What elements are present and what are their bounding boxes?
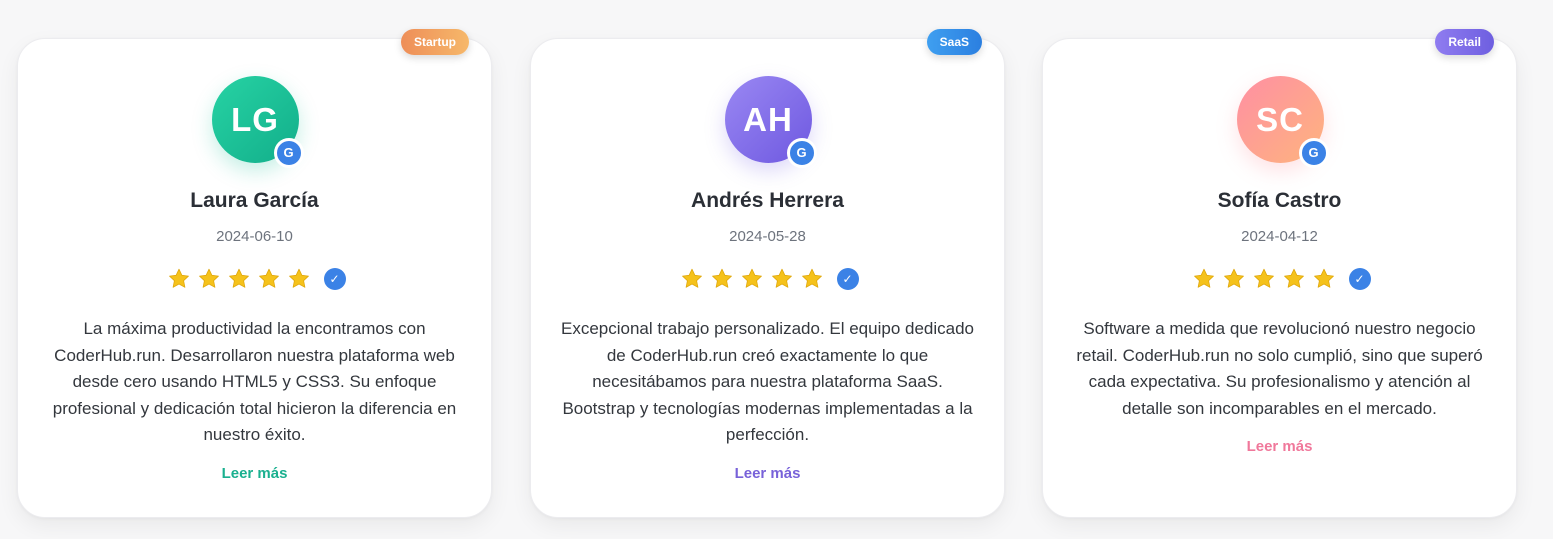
avatar: LG G xyxy=(211,76,304,168)
star-icon xyxy=(681,268,702,288)
star-rating: ✓ xyxy=(531,267,1004,291)
star-icon xyxy=(1253,268,1274,288)
avatar-initials: LG xyxy=(231,101,279,138)
review-text-block: La máxima productividad la encontramos c… xyxy=(48,316,461,487)
star-icon xyxy=(1223,268,1244,288)
google-icon: G xyxy=(786,138,817,168)
verified-check-icon: ✓ xyxy=(1348,268,1371,290)
avatar: SC G xyxy=(1236,76,1329,168)
category-badge: Startup xyxy=(401,29,469,55)
review-date: 2024-05-28 xyxy=(729,228,806,245)
testimonial-card: Retail SC G Sofía Castro 2024-04-12 ✓ So… xyxy=(1042,29,1517,518)
review-text: La máxima productividad la encontramos c… xyxy=(52,319,457,444)
avatar-initials: SC xyxy=(1256,101,1304,138)
star-rating: ✓ xyxy=(18,267,491,291)
star-icon xyxy=(1313,268,1334,288)
star-icon xyxy=(258,268,279,288)
read-more-link[interactable]: Leer más xyxy=(561,461,974,488)
star-icon xyxy=(168,268,189,288)
read-more-link[interactable]: Leer más xyxy=(1073,434,1486,461)
google-icon: G xyxy=(1298,138,1329,168)
star-icon xyxy=(288,268,309,288)
category-badge: SaaS xyxy=(926,29,982,55)
avatar: AH G xyxy=(724,76,817,168)
star-icon xyxy=(801,268,822,288)
review-text-block: Excepcional trabajo personalizado. El eq… xyxy=(561,316,974,487)
star-icon xyxy=(771,268,792,288)
review-date: 2024-04-12 xyxy=(1241,228,1318,245)
google-icon: G xyxy=(273,138,304,168)
avatar-initials: AH xyxy=(743,101,793,138)
star-rating: ✓ xyxy=(1043,267,1516,291)
star-icon xyxy=(198,268,219,288)
star-icon xyxy=(228,268,249,288)
reviewer-name: Sofía Castro xyxy=(1217,189,1342,212)
review-text-block: Software a medida que revolucionó nuestr… xyxy=(1073,316,1486,461)
category-badge: Retail xyxy=(1435,29,1494,55)
reviewer-name: Andrés Herrera xyxy=(691,189,844,212)
review-text: Excepcional trabajo personalizado. El eq… xyxy=(561,319,975,444)
verified-check-icon: ✓ xyxy=(836,268,859,290)
star-icon xyxy=(1283,268,1304,288)
testimonial-card: Startup LG G Laura García 2024-06-10 ✓ L… xyxy=(17,29,492,518)
star-icon xyxy=(1193,268,1214,288)
verified-check-icon: ✓ xyxy=(323,268,346,290)
star-icon xyxy=(711,268,732,288)
read-more-link[interactable]: Leer más xyxy=(48,461,461,488)
reviewer-name: Laura García xyxy=(190,189,319,212)
review-text: Software a medida que revolucionó nuestr… xyxy=(1076,319,1483,418)
review-date: 2024-06-10 xyxy=(216,228,293,245)
testimonials-row: Startup LG G Laura García 2024-06-10 ✓ L… xyxy=(0,0,1553,539)
star-icon xyxy=(741,268,762,288)
testimonial-card: SaaS AH G Andrés Herrera 2024-05-28 ✓ Ex… xyxy=(530,29,1005,518)
